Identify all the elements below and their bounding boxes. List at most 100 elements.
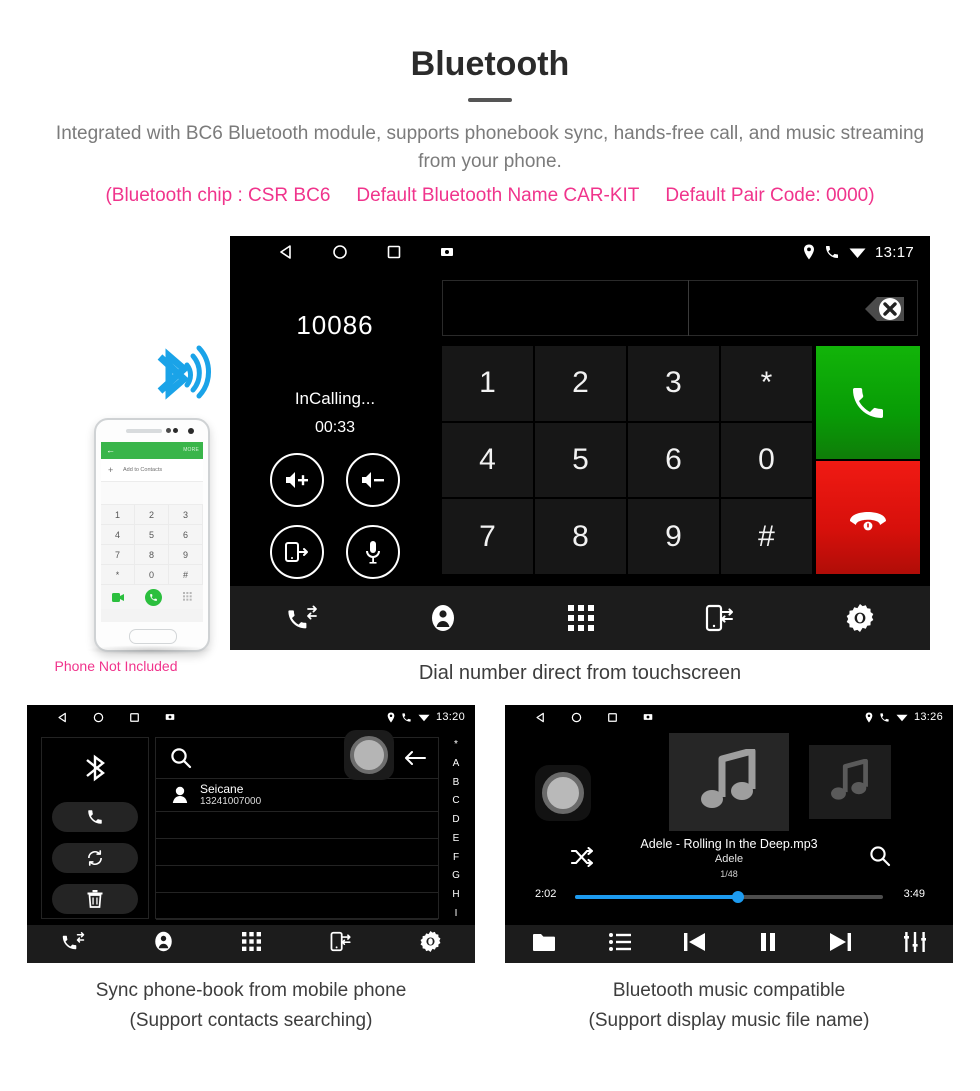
nav-phone-sync[interactable] [330, 931, 352, 957]
music-note-icon [831, 759, 868, 800]
call-icon [88, 810, 102, 824]
key-5[interactable]: 5 [535, 422, 626, 498]
back-icon[interactable] [535, 712, 546, 723]
alpha-item[interactable]: E [453, 833, 460, 844]
phone-key: 1 [101, 505, 135, 525]
key-2[interactable]: 2 [535, 346, 626, 421]
key-9[interactable]: 9 [628, 499, 719, 574]
pause-icon [760, 932, 775, 951]
alpha-item[interactable]: H [452, 889, 459, 900]
microphone-button[interactable] [346, 525, 400, 579]
album-art-next[interactable] [809, 745, 891, 819]
phonebook-back-arrow-icon[interactable] [404, 750, 426, 771]
phonebook-sync-button[interactable] [52, 843, 138, 873]
phone-screen: ← MORE + Add to Contacts 1 2 3 4 5 6 7 8… [101, 442, 203, 622]
progress-fill [575, 895, 739, 899]
alpha-item[interactable]: I [455, 908, 458, 919]
alpha-item[interactable]: A [453, 758, 460, 769]
contacts-icon [431, 605, 454, 631]
volume-knob-overlay [344, 730, 394, 780]
home-icon[interactable] [93, 712, 104, 723]
playlist-icon [608, 932, 631, 951]
recents-icon[interactable] [607, 712, 618, 723]
key-star[interactable]: * [721, 346, 812, 421]
answer-call-button[interactable] [816, 346, 920, 459]
phone-shadow [86, 645, 214, 655]
key-8[interactable]: 8 [535, 499, 626, 574]
nav-settings[interactable] [846, 604, 874, 632]
key-4[interactable]: 4 [442, 422, 533, 498]
screenshot-icon[interactable] [643, 712, 653, 722]
alpha-item[interactable]: C [452, 795, 459, 806]
phone-more-label: MORE [183, 447, 199, 453]
equalizer-icon [904, 931, 927, 952]
phone-home-button [129, 629, 177, 644]
home-icon[interactable] [571, 712, 582, 723]
nav-folder[interactable] [532, 932, 556, 957]
backspace-icon [865, 297, 904, 321]
phone-key: 3 [169, 505, 203, 525]
call-answer-icon [853, 387, 883, 418]
volume-down-button[interactable] [346, 453, 400, 507]
nav-pause[interactable] [760, 932, 776, 957]
transfer-audio-button[interactable] [270, 525, 324, 579]
nav-phone-sync[interactable] [705, 604, 735, 632]
dialer-status-icons: 13:17 [803, 236, 914, 268]
nav-keypad[interactable] [242, 932, 262, 956]
nav-equalizer[interactable] [904, 931, 927, 957]
phonebook-search-row[interactable] [156, 730, 438, 780]
alphabet-index[interactable]: * A B C D E F G H I [445, 739, 467, 919]
progress-thumb[interactable] [732, 891, 745, 903]
screenshot-icon[interactable] [165, 712, 175, 722]
key-3[interactable]: 3 [628, 346, 719, 421]
end-call-button[interactable] [816, 461, 920, 574]
alpha-item[interactable]: G [452, 870, 460, 881]
dialer-bottom-nav [230, 586, 930, 650]
key-1[interactable]: 1 [442, 346, 533, 421]
alpha-item[interactable]: D [452, 814, 459, 825]
phone-icon [880, 712, 889, 722]
number-input[interactable] [442, 280, 918, 336]
progress-slider[interactable] [575, 891, 883, 903]
key-0[interactable]: 0 [721, 422, 812, 498]
phone-sensor-dot [173, 428, 178, 433]
nav-playlist[interactable] [608, 932, 631, 956]
album-art-current[interactable] [669, 733, 789, 831]
contacts-icon [155, 931, 173, 952]
nav-call-log[interactable] [61, 931, 85, 957]
home-icon[interactable] [332, 244, 348, 260]
dialer-body: 10086 InCalling... 00:33 1 2 3 * 4 5 6 0… [230, 268, 930, 586]
phonebook-delete-button[interactable] [52, 884, 138, 914]
nav-contacts[interactable] [429, 604, 457, 632]
nav-next[interactable] [829, 932, 851, 957]
recents-icon[interactable] [129, 712, 140, 723]
contact-row[interactable]: Seicane 13241007000 [156, 779, 438, 812]
alpha-item[interactable]: * [454, 739, 458, 750]
nav-call-log[interactable] [286, 604, 318, 632]
music-caption: Bluetooth music compatible (Support disp… [505, 976, 953, 1036]
keypad-icon [182, 592, 192, 601]
avatar [172, 786, 188, 809]
key-7[interactable]: 7 [442, 499, 533, 574]
back-icon[interactable] [278, 244, 294, 260]
phonebook-caption-line2: (Support contacts searching) [129, 1010, 373, 1031]
nav-settings[interactable] [420, 931, 441, 957]
screenshot-icon[interactable] [440, 245, 454, 259]
nav-keypad[interactable] [567, 605, 594, 631]
key-6[interactable]: 6 [628, 422, 719, 498]
phonebook-caption: Sync phone-book from mobile phone (Suppo… [27, 976, 475, 1036]
backspace-button[interactable] [848, 294, 906, 329]
alpha-item[interactable]: F [453, 852, 459, 863]
phonebook-call-button[interactable] [52, 802, 138, 832]
back-icon[interactable] [57, 712, 68, 723]
key-hash[interactable]: # [721, 499, 812, 574]
nav-previous[interactable] [684, 932, 706, 957]
volume-up-button[interactable] [270, 453, 324, 507]
contact-row-empty [156, 866, 438, 893]
dialer-clock: 13:17 [874, 243, 914, 261]
bluetooth-button[interactable] [81, 750, 109, 791]
recents-icon[interactable] [386, 244, 402, 260]
nav-contacts[interactable] [153, 931, 174, 957]
call-state-label: InCalling... [294, 389, 376, 408]
alpha-item[interactable]: B [453, 777, 460, 788]
